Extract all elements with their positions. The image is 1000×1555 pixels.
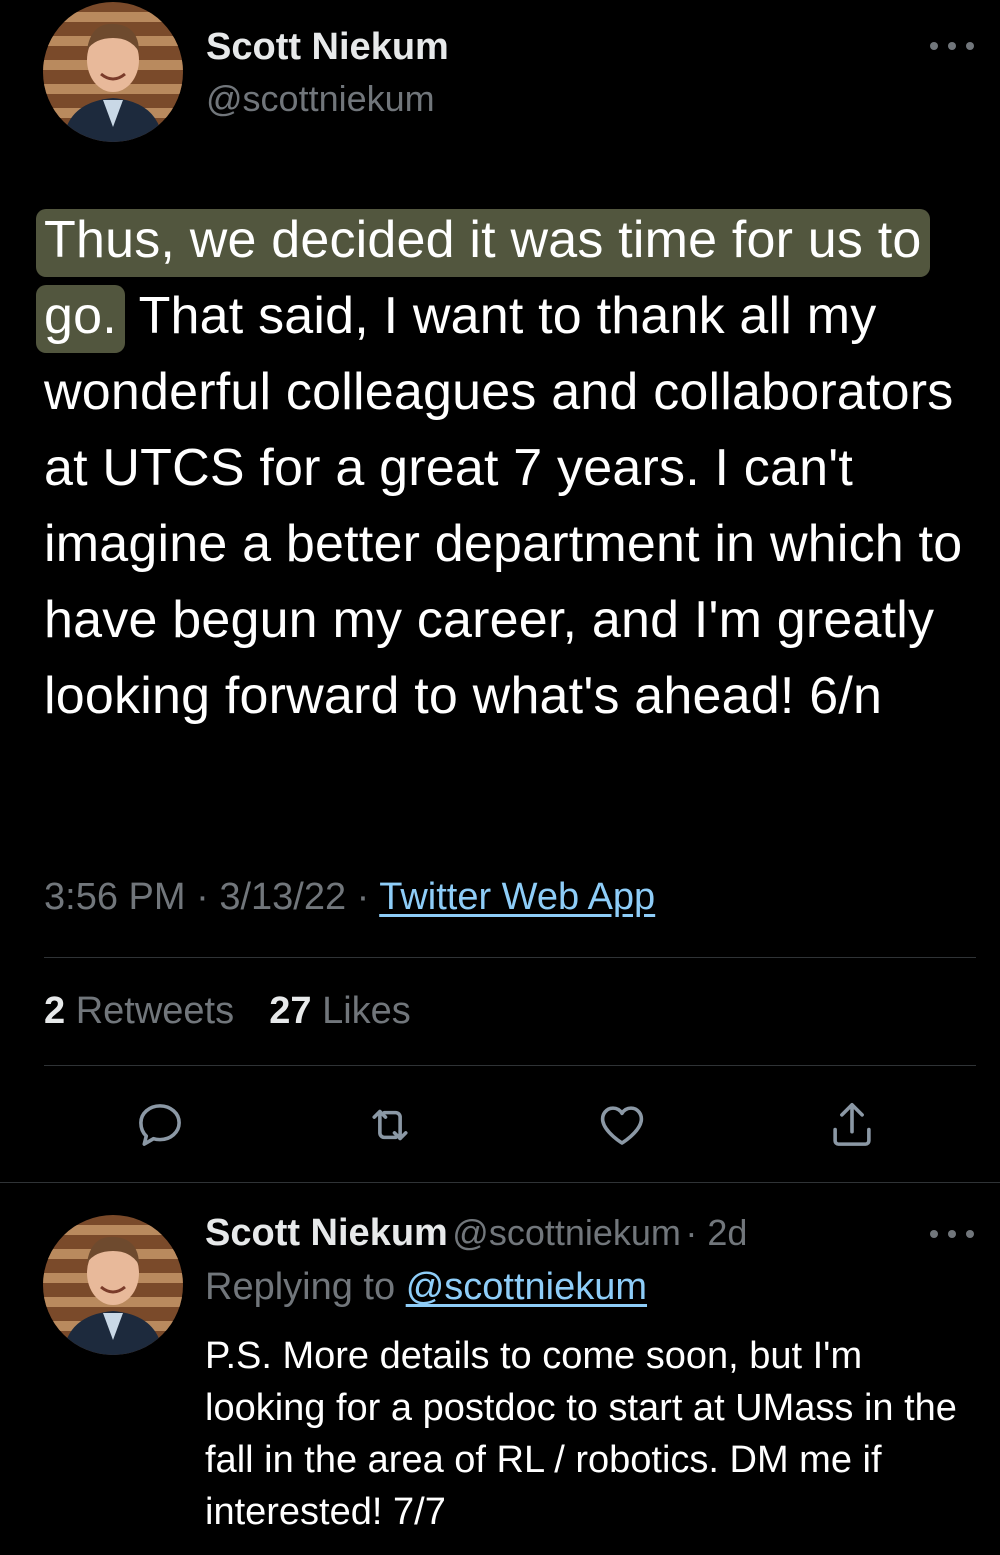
retweet-count: 2 (44, 990, 66, 1032)
meta-separator: · (196, 876, 209, 918)
divider (44, 957, 976, 958)
like-button[interactable] (592, 1095, 652, 1155)
like-count: 27 (269, 990, 312, 1032)
retweet-stat[interactable]: 2 Retweets (44, 990, 234, 1032)
reply-age[interactable]: · 2d (685, 1212, 747, 1253)
reply-icon (139, 1104, 181, 1146)
more-horizontal-icon[interactable] (930, 1224, 974, 1244)
tweet-time[interactable]: 3:56 PM (44, 876, 186, 918)
replying-to: Replying to @scottniekum (205, 1266, 647, 1309)
replying-to-label: Replying to (205, 1266, 396, 1308)
more-horizontal-icon[interactable] (930, 36, 974, 56)
tweet-date[interactable]: 3/13/22 (219, 876, 346, 918)
like-label: Likes (322, 990, 411, 1032)
tweet-stats: 2 Retweets 27 Likes (44, 990, 411, 1033)
reply-author-handle[interactable]: @scottniekum (452, 1212, 681, 1253)
share-icon (833, 1102, 871, 1146)
divider (44, 1065, 976, 1066)
author-name[interactable]: Scott Niekum (206, 26, 449, 69)
like-icon (600, 1106, 644, 1145)
tweet-timestamp: 3:56 PM · 3/13/22 · Twitter Web App (44, 876, 655, 919)
tweet-source-link[interactable]: Twitter Web App (379, 876, 655, 918)
reply-author-name[interactable]: Scott Niekum (205, 1212, 448, 1254)
tweet-text-rest: That said, I want to thank all my wonder… (44, 287, 963, 725)
retweet-button[interactable] (360, 1095, 420, 1155)
meta-separator: · (356, 876, 370, 918)
avatar[interactable] (43, 2, 183, 142)
retweet-icon (372, 1109, 408, 1141)
reply-button[interactable] (130, 1095, 190, 1155)
avatar[interactable] (43, 1215, 183, 1355)
replying-to-handle[interactable]: @scottniekum (406, 1266, 647, 1308)
author-handle[interactable]: @scottniekum (206, 78, 435, 120)
share-button[interactable] (822, 1095, 882, 1155)
divider (0, 1182, 1000, 1183)
reply-header: Scott Niekum @scottniekum · 2d (205, 1212, 747, 1255)
reply-tweet-text: P.S. More details to come soon, but I'm … (205, 1335, 957, 1533)
tweet-text: Thus, we decided it was time for us to g… (36, 202, 974, 734)
retweet-label: Retweets (75, 990, 235, 1032)
like-stat[interactable]: 27 Likes (269, 990, 411, 1032)
avatar-image (43, 2, 183, 142)
avatar-image (43, 1215, 183, 1355)
